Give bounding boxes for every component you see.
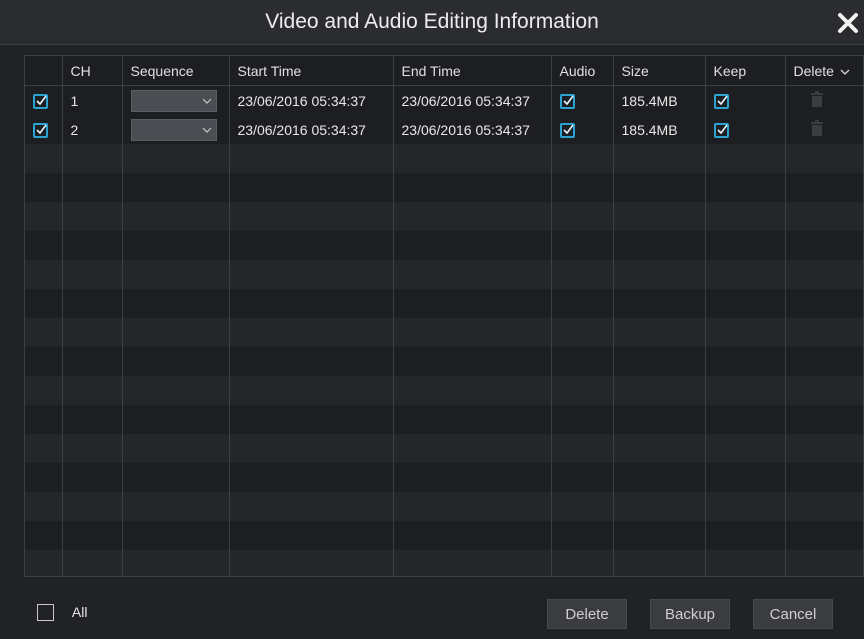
row-size: 185.4MB [613, 115, 706, 144]
row-size: 185.4MB [613, 85, 706, 115]
row-end-time: 23/06/2016 05:34:37 [393, 85, 552, 115]
header-sequence: Sequence [122, 56, 230, 86]
dialog-titlebar: Video and Audio Editing Information [0, 0, 864, 45]
header-audio: Audio [551, 56, 614, 86]
delete-row-button[interactable] [810, 91, 824, 110]
empty-row [25, 231, 863, 260]
empty-row [25, 405, 863, 434]
keep-checkbox[interactable] [713, 93, 729, 109]
checkmark-icon [36, 95, 47, 106]
empty-row [25, 260, 863, 289]
select-all[interactable]: All [37, 603, 87, 621]
empty-row [25, 318, 863, 347]
row-select-checkbox[interactable] [33, 122, 48, 138]
row-ch: 1 [62, 85, 123, 115]
empty-row [25, 173, 863, 202]
backup-button[interactable]: Backup [650, 599, 730, 629]
checkmark-icon [716, 95, 728, 106]
row-start-time: 23/06/2016 05:34:37 [229, 85, 394, 115]
dialog-title: Video and Audio Editing Information [265, 10, 599, 33]
cancel-button[interactable]: Cancel [753, 599, 833, 629]
empty-row [25, 463, 863, 492]
select-all-checkbox[interactable] [37, 603, 54, 621]
editing-table: CH Sequence Start Time End Time Audio Si… [24, 55, 864, 577]
keep-checkbox[interactable] [713, 122, 729, 138]
empty-row [25, 289, 863, 318]
audio-checkbox[interactable] [559, 122, 575, 138]
delete-row-button[interactable] [810, 120, 824, 139]
empty-row [25, 202, 863, 231]
checkmark-icon [36, 124, 47, 135]
empty-row [25, 144, 863, 173]
header-start-time: Start Time [229, 56, 394, 86]
header-delete-label: Delete [793, 62, 834, 79]
sequence-dropdown[interactable] [130, 118, 217, 141]
empty-row [25, 521, 863, 550]
select-all-label: All [71, 604, 88, 621]
row-ch: 2 [62, 115, 123, 144]
header-ch: CH [62, 56, 123, 86]
delete-button[interactable]: Delete [547, 599, 627, 629]
header-size: Size [613, 56, 706, 86]
chevron-down-icon [202, 127, 211, 133]
empty-row [25, 492, 863, 521]
checkmark-icon [716, 124, 728, 135]
header-keep: Keep [705, 56, 786, 86]
empty-row [25, 434, 863, 463]
row-start-time: 23/06/2016 05:34:37 [229, 115, 394, 144]
header-end-time: End Time [393, 56, 552, 86]
empty-row [25, 347, 863, 376]
chevron-down-icon [840, 69, 850, 75]
trash-icon [810, 91, 823, 107]
row-select-checkbox[interactable] [33, 93, 48, 109]
table-row: 2 23/06/2016 05:34:37 23/06/2016 05:34:3… [25, 115, 863, 144]
close-button[interactable] [836, 11, 860, 35]
chevron-down-icon [202, 98, 211, 104]
sequence-dropdown[interactable] [130, 89, 217, 112]
checkmark-icon [562, 124, 574, 135]
table-header-row: CH Sequence Start Time End Time Audio Si… [25, 56, 863, 86]
header-select [25, 56, 63, 86]
table-row: 1 23/06/2016 05:34:37 23/06/2016 05:34:3… [25, 85, 863, 115]
checkmark-icon [562, 95, 574, 106]
audio-checkbox[interactable] [559, 93, 575, 109]
close-icon [838, 13, 858, 33]
empty-row [25, 376, 863, 405]
empty-row [25, 550, 863, 576]
header-delete[interactable]: Delete [785, 56, 863, 86]
trash-icon [810, 120, 823, 136]
row-end-time: 23/06/2016 05:34:37 [393, 115, 552, 144]
